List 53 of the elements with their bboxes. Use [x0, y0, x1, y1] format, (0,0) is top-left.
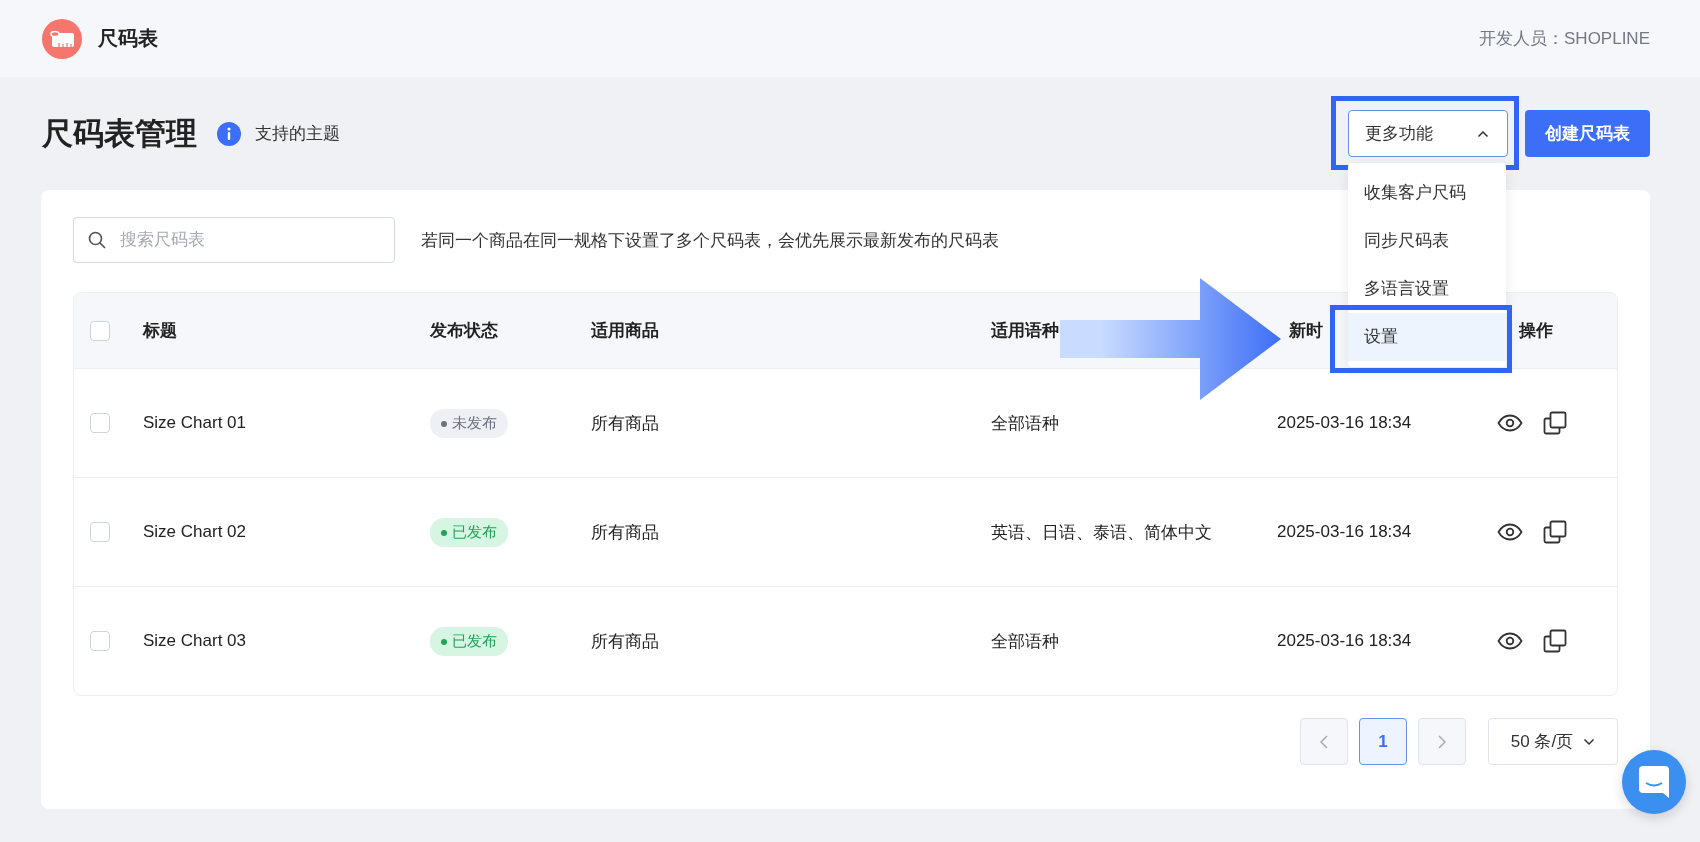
search-field[interactable]: 搜索尺码表: [73, 217, 395, 263]
chat-icon: [1639, 766, 1669, 798]
create-size-chart-button[interactable]: 创建尺码表: [1525, 110, 1650, 157]
page-button[interactable]: 1: [1359, 718, 1407, 765]
row-checkbox[interactable]: [90, 413, 110, 433]
column-header: 操作: [1517, 320, 1553, 342]
status-badge: 未发布: [430, 408, 508, 438]
copy-icon[interactable]: [1543, 629, 1567, 653]
eye-icon[interactable]: [1497, 632, 1523, 650]
products-text: 所有商品: [591, 412, 659, 435]
languages-text: 英语、日语、泰语、简体中文: [991, 521, 1212, 544]
supported-themes-link[interactable]: 支持的主题: [255, 122, 340, 145]
chevron-down-icon: [1583, 737, 1596, 746]
tape-measure-icon: [42, 18, 82, 59]
languages-text: 全部语种: [991, 630, 1059, 653]
copy-icon[interactable]: [1543, 411, 1567, 435]
chevron-right-icon: [1438, 734, 1446, 749]
column-header: 适用语种: [991, 320, 1059, 342]
column-header: 标题: [143, 320, 177, 342]
languages-text: 全部语种: [991, 412, 1059, 435]
products-text: 所有商品: [591, 630, 659, 653]
row-checkbox[interactable]: [90, 631, 110, 651]
updated-time: 2025-03-16 18:34: [1277, 413, 1412, 433]
chart-title: Size Chart 03: [143, 631, 246, 651]
page-size-select[interactable]: 50 条/页: [1488, 718, 1618, 765]
info-icon: [217, 121, 241, 146]
app-title: 尺码表: [98, 26, 158, 51]
products-text: 所有商品: [591, 521, 659, 544]
developer-label: 开发人员：SHOPLINE: [1479, 28, 1650, 50]
chevron-icon: [1477, 129, 1489, 138]
menu-item[interactable]: 设置: [1348, 313, 1506, 361]
updated-time: 2025-03-16 18:34: [1277, 522, 1412, 542]
menu-item[interactable]: 收集客户尺码: [1348, 175, 1506, 211]
chevron-left-icon: [1320, 734, 1328, 749]
row-checkbox[interactable]: [90, 522, 110, 542]
chart-title: Size Chart 01: [143, 413, 246, 433]
status-badge: 已发布: [430, 517, 508, 547]
chart-title: Size Chart 02: [143, 522, 246, 542]
column-header: 新时: [1288, 320, 1323, 342]
page-title: 尺码表管理: [42, 114, 197, 153]
more-features-dropdown[interactable]: 更多功能: [1348, 110, 1508, 157]
chat-button[interactable]: [1622, 750, 1686, 814]
copy-icon[interactable]: [1543, 520, 1567, 544]
status-badge: 已发布: [430, 626, 508, 656]
menu-item[interactable]: 多语言设置: [1348, 271, 1506, 307]
notice-text: 若同一个商品在同一规格下设置了多个尺码表，会优先展示最新发布的尺码表: [421, 229, 999, 252]
updated-time: 2025-03-16 18:34: [1277, 631, 1412, 651]
select-all-checkbox[interactable]: [90, 320, 110, 341]
menu-item[interactable]: 同步尺码表: [1348, 223, 1506, 259]
eye-icon[interactable]: [1497, 523, 1523, 541]
eye-icon[interactable]: [1497, 414, 1523, 432]
column-header: 发布状态: [430, 320, 498, 342]
column-header: 适用商品: [591, 320, 659, 342]
